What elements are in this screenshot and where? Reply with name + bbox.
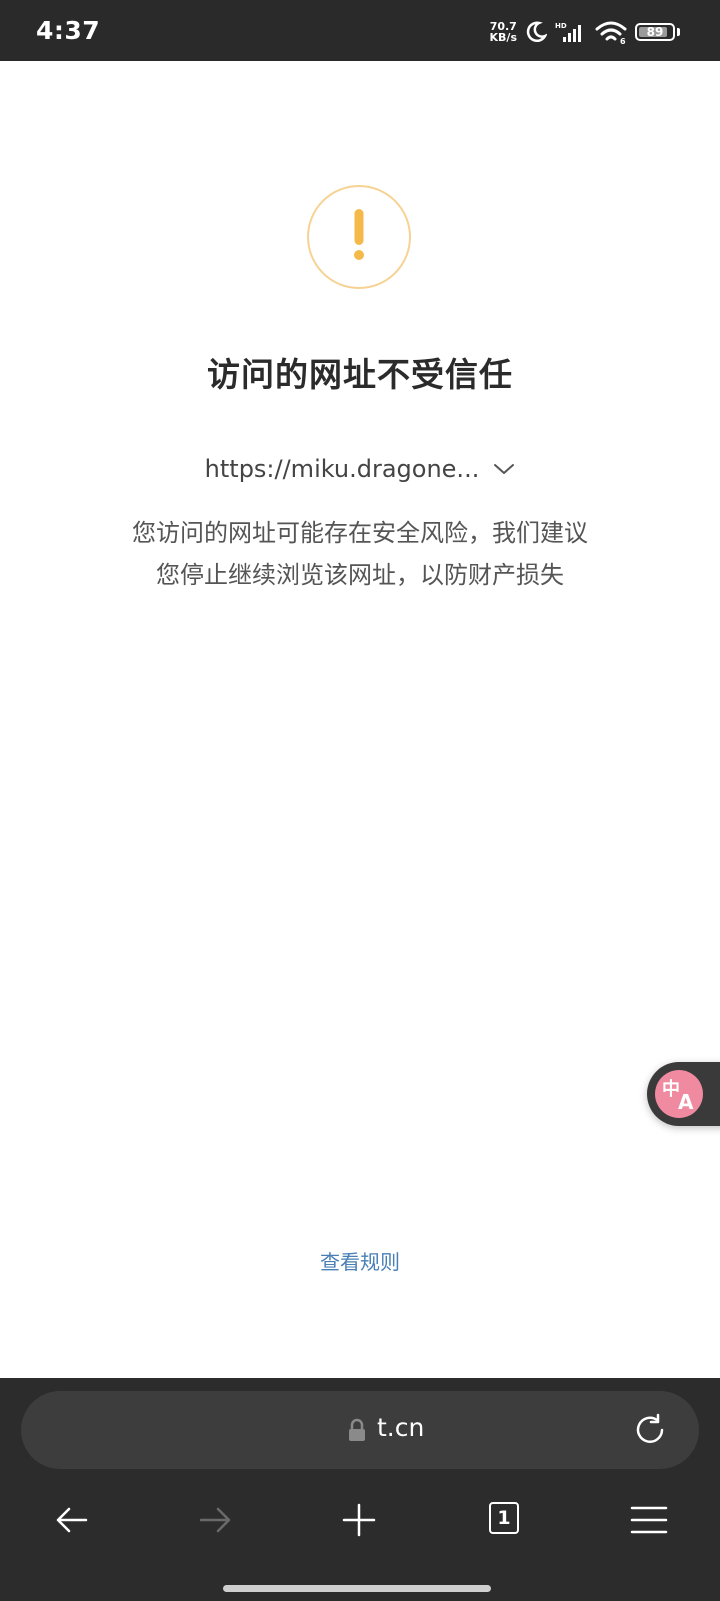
status-icons: 70.7 KB/s HD 6 89 (490, 19, 680, 45)
moon-icon (526, 21, 547, 43)
forward-arrow-icon[interactable] (195, 1500, 235, 1540)
battery-tip (677, 28, 680, 36)
warning-description-line-2: 您停止继续浏览该网址，以防财产损失 (156, 561, 564, 589)
svg-text:HD: HD (555, 22, 567, 30)
warning-description-line-1: 您访问的网址可能存在安全风险，我们建议 (132, 519, 588, 547)
view-rules-link[interactable]: 查看规则 (0, 1246, 720, 1275)
tabs-button[interactable]: 1 (489, 1502, 519, 1534)
browser-bottom-bar: t.cn 1 (0, 1378, 720, 1601)
address-bar[interactable]: t.cn (21, 1391, 699, 1469)
tab-count: 1 (497, 1507, 511, 1529)
translate-button[interactable]: 中 A (647, 1062, 720, 1126)
battery-icon: 89 (635, 23, 675, 41)
browser-screen: 4:37 70.7 KB/s HD 6 89 访问的网址不受信任 https:/… (0, 0, 720, 1601)
battery-level: 89 (646, 25, 664, 39)
reload-icon[interactable] (631, 1411, 669, 1449)
chevron-down-icon[interactable] (493, 462, 515, 476)
blocked-url: https://miku.dragone... (204, 455, 480, 483)
new-tab-plus-icon[interactable] (339, 1500, 379, 1540)
back-arrow-icon[interactable] (52, 1500, 92, 1540)
wifi-icon: 6 (595, 21, 627, 44)
lock-icon (349, 1418, 365, 1441)
cell-signal-icon: HD (555, 22, 581, 42)
url-expander[interactable]: https://miku.dragone... (0, 455, 720, 483)
translate-icon[interactable]: 中 A (655, 1070, 703, 1118)
menu-icon[interactable] (629, 1500, 669, 1540)
svg-text:6: 6 (620, 37, 626, 44)
page-title: 访问的网址不受信任 (207, 355, 513, 394)
status-bar: 4:37 70.7 KB/s HD 6 89 (0, 0, 720, 61)
network-speed: 70.7 KB/s (490, 21, 517, 43)
warning-badge (307, 185, 411, 289)
translate-label-a: A (678, 1090, 694, 1114)
exclamation-icon (354, 209, 364, 260)
home-indicator[interactable] (223, 1585, 491, 1592)
address-text[interactable]: t.cn (377, 1413, 424, 1442)
network-speed-unit: KB/s (489, 31, 517, 44)
warning-description: 您访问的网址可能存在安全风险，我们建议 您停止继续浏览该网址，以防财产损失 (0, 512, 720, 596)
status-time: 4:37 (36, 16, 101, 45)
